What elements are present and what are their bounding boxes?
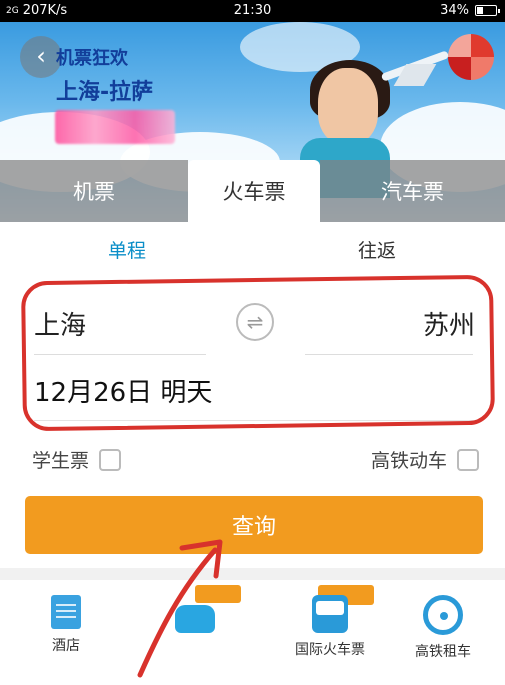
user-avatar[interactable]	[448, 34, 494, 80]
steering-wheel-icon	[423, 595, 463, 635]
nav-international-train-label: 国际火车票	[295, 642, 365, 658]
high-speed-label: 高铁动车	[370, 450, 447, 472]
battery-percent: 34%	[440, 3, 469, 18]
student-ticket-label: 学生票	[32, 450, 90, 472]
person-face	[318, 68, 378, 144]
nav-hotel[interactable]: 酒店	[38, 595, 94, 655]
one-way-option[interactable]: 单程	[108, 236, 146, 263]
student-ticket-checkbox[interactable]	[99, 448, 122, 471]
high-speed-checkbox[interactable]	[457, 448, 479, 471]
high-speed-option[interactable]: 高铁动车	[371, 446, 479, 473]
status-bar: 2G 207K/s 21:30 34%	[0, 0, 505, 22]
clock: 21:30	[233, 3, 272, 18]
tab-flight[interactable]: 机票	[0, 160, 188, 222]
battery-icon	[475, 5, 500, 16]
blurred-price	[55, 110, 175, 144]
nav-international-train[interactable]: 国际火车票	[270, 595, 390, 659]
nav-rail-car-rental-label: 高铁租车	[415, 644, 471, 660]
tab-train[interactable]: 火车票	[188, 160, 320, 222]
transport-tabs: 机票 火车票 汽车票	[0, 160, 505, 222]
promo-route: 上海-拉萨	[56, 80, 154, 105]
red-annotation-circle	[20, 274, 496, 432]
promo-title: 机票狂欢	[56, 48, 128, 69]
nav-hotel-label: 酒店	[52, 638, 80, 654]
trip-mode-selector: 单程 往返	[0, 222, 505, 278]
student-ticket-option[interactable]: 学生票	[32, 446, 122, 473]
hotel-icon	[51, 595, 81, 629]
red-annotation-arrow	[137, 539, 223, 678]
battery-status: 34%	[440, 3, 500, 18]
round-trip-option[interactable]: 往返	[358, 236, 396, 263]
train-icon	[312, 595, 348, 633]
tab-bus[interactable]: 汽车票	[320, 160, 505, 222]
nav-rail-car-rental[interactable]: 高铁租车	[398, 595, 488, 661]
